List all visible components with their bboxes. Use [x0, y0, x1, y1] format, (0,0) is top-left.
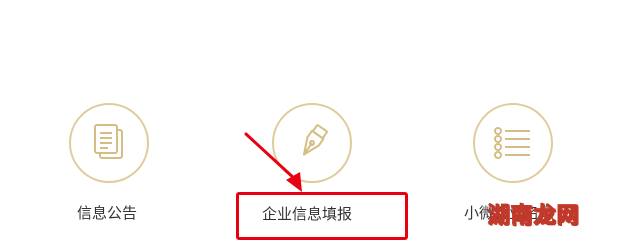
watermark: 湖南龙网 — [487, 204, 581, 230]
highlight-box — [236, 192, 408, 240]
